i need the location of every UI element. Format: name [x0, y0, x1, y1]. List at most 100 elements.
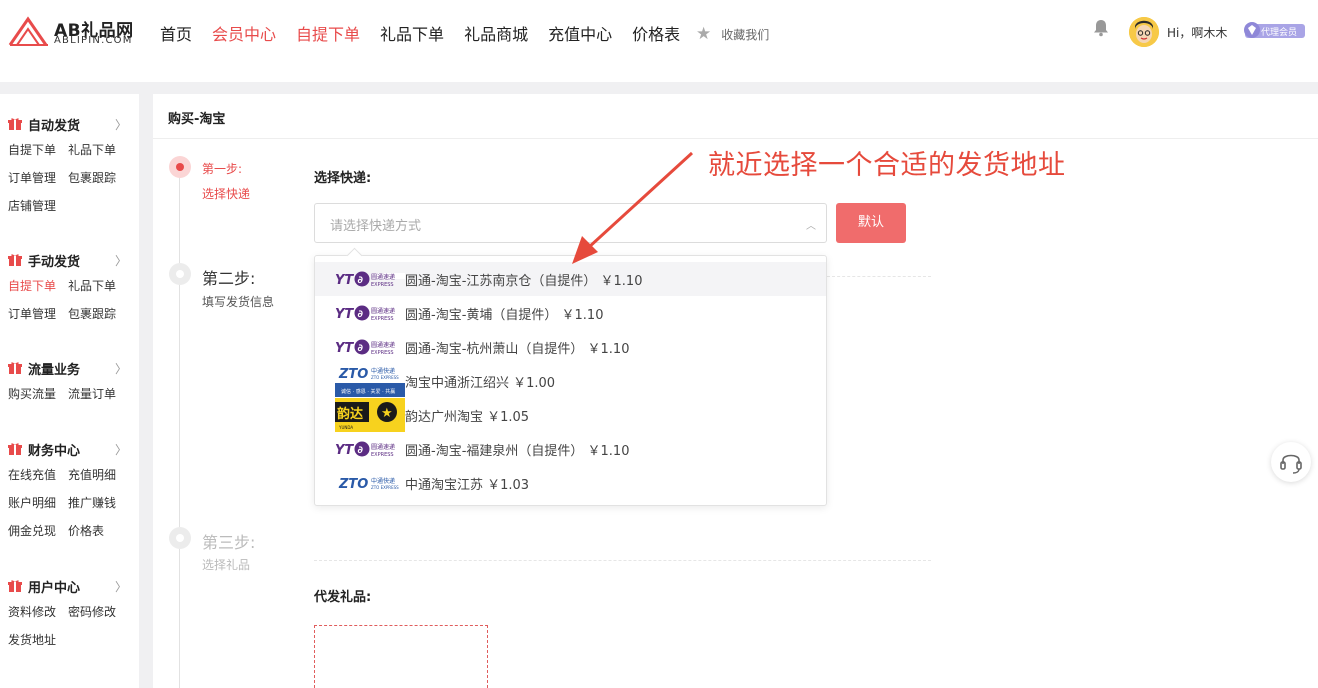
headset-icon [1280, 454, 1302, 474]
sidebar-link[interactable]: 包裹跟踪 [68, 306, 128, 334]
sidebar-link[interactable]: 礼品下单 [68, 142, 128, 170]
sidebar-section-header[interactable]: 自动发货 〉 [0, 114, 139, 134]
svg-text:EXPRESS: EXPRESS [371, 452, 394, 458]
sidebar-section-title: 用户中心 [28, 580, 81, 596]
sidebar-link[interactable]: 自提下单 [8, 142, 68, 170]
step-1-number: 第一步: [202, 162, 243, 176]
sidebar-link-active[interactable]: 自提下单 [8, 278, 68, 306]
sidebar-section-header[interactable]: 用户中心 〉 [0, 576, 139, 596]
sidebar-section-traffic: 流量业务 〉 购买流量 流量订单 [0, 358, 139, 414]
nav-member-center[interactable]: 会员中心 [212, 21, 276, 45]
svg-text:YT: YT [335, 443, 354, 458]
express-select-placeholder: 请选择快递方式 [330, 219, 422, 234]
express-option[interactable]: ZTO 中通快递 ZTO EXPRESS 中通淘宝江苏 ￥1.03 [315, 466, 826, 500]
sidebar-link[interactable]: 发货地址 [8, 632, 68, 660]
zto-logo-icon: ZTO 中通快递ZTO EXPRESS [338, 477, 399, 492]
bell-icon[interactable] [1093, 19, 1109, 37]
express-option[interactable]: YT ∂ 圆通速递 EXPRESS 圆通-淘宝-福建泉州（自提件） ￥1.10 [315, 432, 826, 466]
yto-logo-icon: YT ∂ 圆通速递EXPRESS [335, 339, 395, 356]
sidebar: 自动发货 〉 自提下单 礼品下单 订单管理 包裹跟踪 店铺管理 手动发货 〉 自… [0, 94, 139, 688]
sidebar-section-finance: 财务中心 〉 在线充值 充值明细 账户明细 推广赚钱 佣金兑现 价格表 [0, 439, 139, 551]
chevron-right-icon: 〉 [114, 361, 127, 376]
diamond-icon [1244, 22, 1260, 38]
favorite-label: 收藏我们 [721, 27, 770, 42]
express-option[interactable]: YT ∂ 圆通速递 EXPRESS 圆通-淘宝-杭州萧山（自提件） ￥1.10 [315, 330, 826, 364]
express-option[interactable]: 韵达 YUNDA ★ 韵达广州淘宝 ￥1.05 [315, 398, 826, 432]
sidebar-link[interactable]: 订单管理 [8, 306, 68, 334]
sidebar-link[interactable]: 包裹跟踪 [68, 170, 128, 198]
step-1-desc: 选择快递 [202, 187, 251, 201]
svg-text:ZTO: ZTO [338, 477, 368, 492]
express-option-label: 淘宝中通浙江绍兴 ￥1.00 [405, 375, 556, 391]
default-button[interactable]: 默认 [836, 203, 906, 243]
nav-price-list[interactable]: 价格表 [632, 21, 680, 45]
sidebar-link[interactable]: 店铺管理 [8, 198, 68, 226]
sidebar-link[interactable]: 订单管理 [8, 170, 68, 198]
avatar-face-icon [1129, 17, 1159, 47]
step-timeline [179, 167, 180, 688]
chevron-right-icon: 〉 [114, 117, 127, 132]
main-nav: 首页 会员中心 自提下单 礼品下单 礼品商城 充值中心 价格表 [160, 21, 700, 45]
sidebar-link[interactable]: 价格表 [68, 523, 128, 551]
yto-logo-icon: YT ∂ 圆通速递EXPRESS [335, 441, 395, 458]
yunda-logo-icon: 韵达 YUNDA ★ [335, 398, 405, 432]
star-icon: ★ [696, 24, 712, 44]
sidebar-section-header[interactable]: 手动发货 〉 [0, 250, 139, 270]
sidebar-link[interactable]: 流量订单 [68, 386, 128, 414]
sidebar-link[interactable]: 资料修改 [8, 604, 68, 632]
gift-upload-box[interactable] [314, 625, 488, 688]
express-option-label: 韵达广州淘宝 ￥1.05 [405, 409, 530, 425]
nav-gift-order[interactable]: 礼品下单 [380, 21, 444, 45]
yto-logo-icon: YT ∂ 圆通速递EXPRESS [335, 305, 395, 322]
express-dropdown: YT ∂ 圆通速递 EXPRESS 圆通-淘宝-江苏南京仓（自提件） ￥1.10 YT… [314, 255, 827, 506]
svg-text:圆通速递: 圆通速递 [371, 273, 395, 281]
sidebar-section-title: 流量业务 [28, 362, 81, 378]
chevron-right-icon: 〉 [114, 253, 127, 268]
step-1-dot [169, 156, 191, 178]
svg-text:YT: YT [335, 273, 354, 288]
express-option-label: 圆通-淘宝-福建泉州（自提件） ￥1.10 [405, 443, 630, 459]
gift-label: 代发礼品: [314, 590, 372, 605]
customer-support-button[interactable] [1271, 442, 1311, 482]
nav-recharge[interactable]: 充值中心 [548, 21, 612, 45]
avatar[interactable] [1129, 17, 1159, 47]
nav-gift-mall[interactable]: 礼品商城 [464, 21, 528, 45]
sidebar-link[interactable]: 佣金兑现 [8, 523, 68, 551]
sidebar-section-header[interactable]: 流量业务 〉 [0, 358, 139, 378]
svg-text:∂: ∂ [358, 309, 364, 320]
step-2-dot [169, 263, 191, 285]
svg-text:中通快递: 中通快递 [371, 367, 395, 375]
sidebar-link[interactable]: 礼品下单 [68, 278, 128, 306]
express-option[interactable]: ZTO 中通快递 ZTO EXPRESS 诚信 · 感恩 · 关爱 · 共赢 淘宝中通… [315, 364, 826, 398]
gift-icon [8, 443, 22, 455]
sidebar-section-header[interactable]: 财务中心 〉 [0, 439, 139, 459]
favorite-link[interactable]: ★ 收藏我们 [696, 24, 769, 44]
user-greeting[interactable]: Hi，啊木木 [1167, 24, 1227, 41]
svg-text:EXPRESS: EXPRESS [371, 282, 394, 288]
nav-home[interactable]: 首页 [160, 21, 192, 45]
step-2-desc: 填写发货信息 [202, 295, 275, 309]
sidebar-link[interactable]: 充值明细 [68, 467, 128, 495]
logo-icon [8, 16, 48, 46]
sidebar-link[interactable]: 推广赚钱 [68, 495, 128, 523]
express-option-label: 圆通-淘宝-杭州萧山（自提件） ￥1.10 [405, 341, 630, 357]
dashed-separator [827, 276, 931, 277]
svg-text:ZTO EXPRESS: ZTO EXPRESS [371, 375, 399, 380]
sidebar-link[interactable]: 账户明细 [8, 495, 68, 523]
sidebar-link[interactable]: 在线充值 [8, 467, 68, 495]
annotation-arrow-icon [572, 151, 694, 264]
sidebar-link[interactable]: 购买流量 [8, 386, 68, 414]
badge-label: 代理会员 [1261, 27, 1298, 38]
step-2-number: 第二步: [202, 269, 256, 288]
svg-text:EXPRESS: EXPRESS [371, 350, 394, 356]
sidebar-link[interactable]: 密码修改 [68, 604, 128, 632]
svg-text:圆通速递: 圆通速递 [371, 307, 395, 315]
dashed-separator [314, 560, 931, 561]
express-option[interactable]: YT ∂ 圆通速递 EXPRESS 圆通-淘宝-黄埔（自提件） ￥1.10 [315, 296, 826, 330]
site-logo[interactable]: AB礼品网 ABLIPIN.COM [8, 16, 138, 50]
svg-text:∂: ∂ [358, 445, 364, 456]
logo-domain: ABLIPIN.COM [54, 35, 133, 46]
gift-icon [8, 254, 22, 266]
nav-self-order[interactable]: 自提下单 [296, 21, 360, 45]
svg-text:∂: ∂ [358, 343, 364, 354]
